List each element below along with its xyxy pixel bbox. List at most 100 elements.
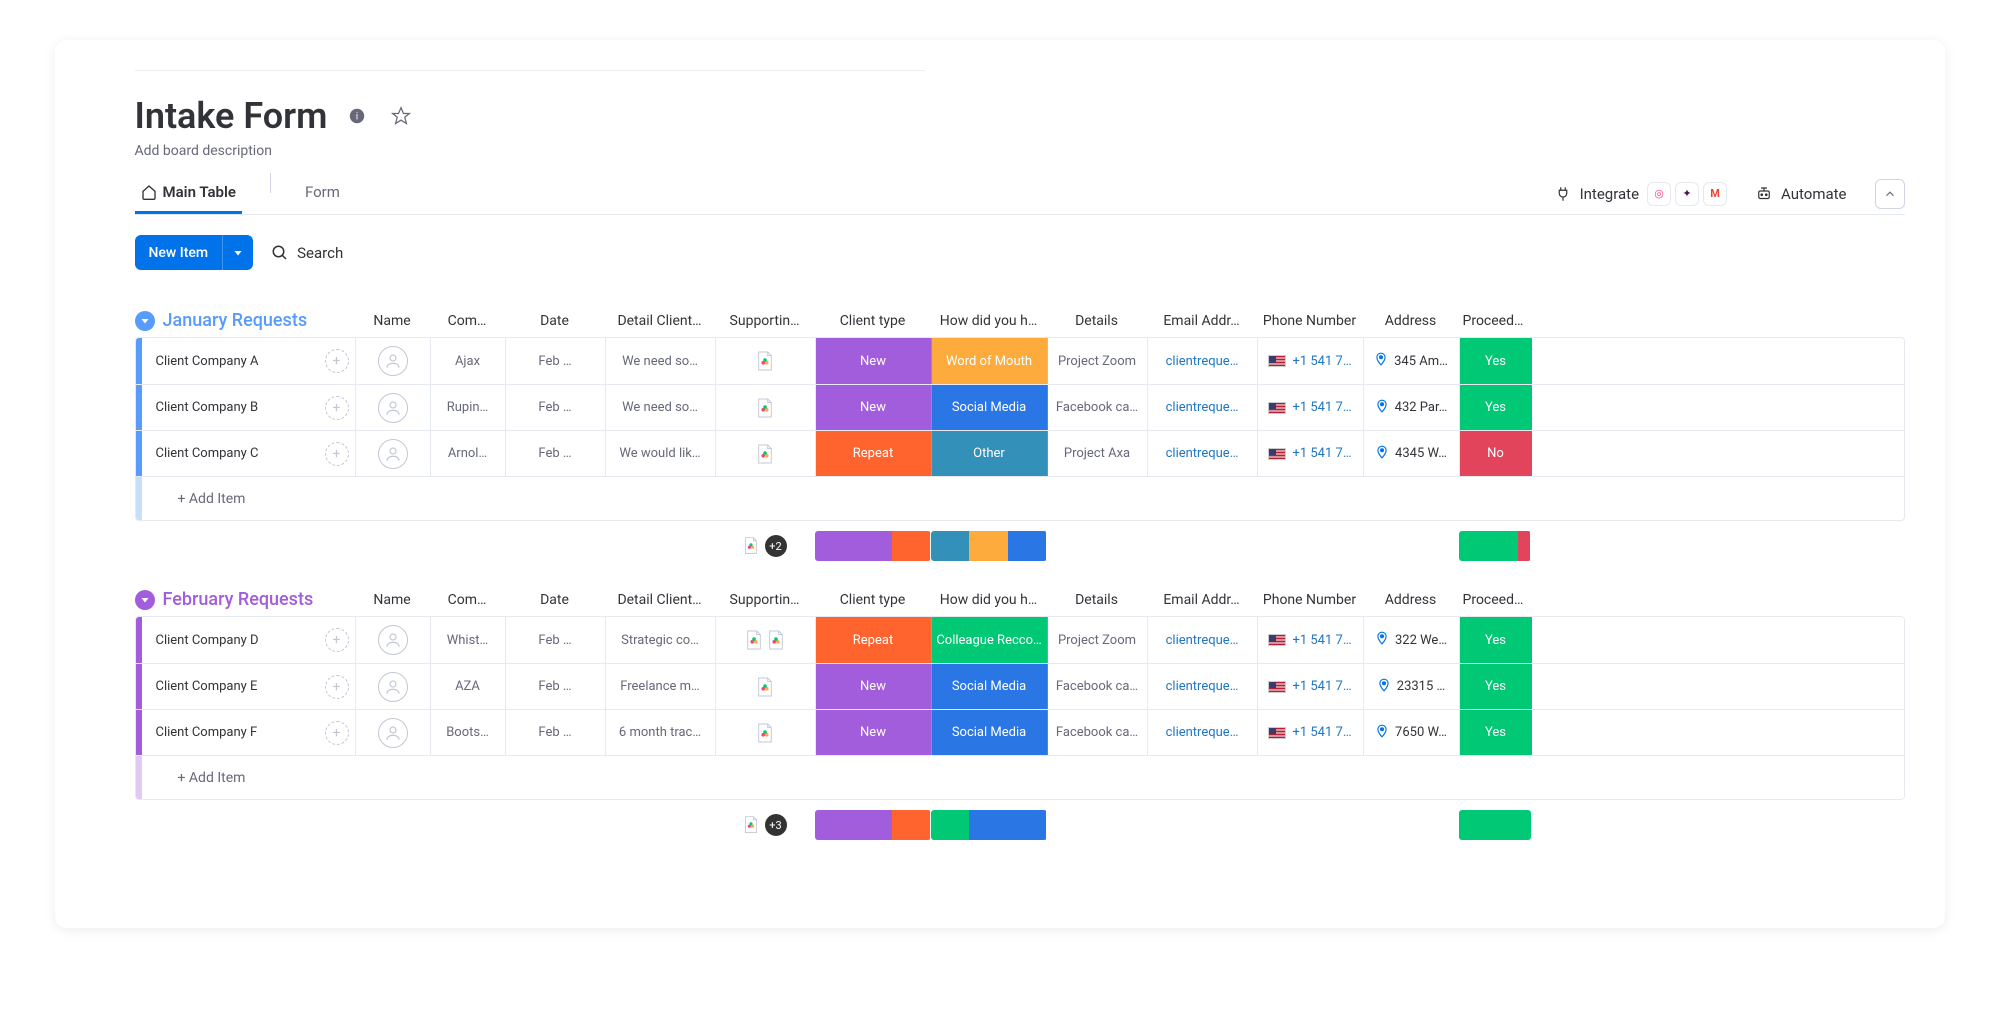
file-cell[interactable]: [716, 385, 816, 430]
person-cell[interactable]: [356, 385, 431, 430]
how-heard-cell[interactable]: Social Media: [932, 664, 1048, 709]
email-cell[interactable]: clientreque…: [1148, 617, 1258, 663]
add-update-icon[interactable]: +: [325, 396, 349, 420]
file-summary[interactable]: +2: [715, 531, 815, 561]
item-name-cell[interactable]: Client Company B +: [136, 385, 356, 430]
client-type-cell[interactable]: New: [816, 710, 932, 755]
email-cell[interactable]: clientreque…: [1148, 431, 1258, 476]
date-cell[interactable]: Feb …: [506, 338, 606, 384]
how-heard-cell[interactable]: Colleague Recco…: [932, 617, 1048, 663]
add-item-button[interactable]: + Add Item: [136, 756, 356, 799]
automate-button[interactable]: Automate: [1755, 185, 1846, 203]
file-icon[interactable]: [767, 629, 785, 651]
tab-main-table[interactable]: Main Table: [135, 173, 242, 214]
how-heard-cell[interactable]: Other: [932, 431, 1048, 476]
col-details[interactable]: Details: [1047, 313, 1147, 329]
details-cell[interactable]: Facebook ca…: [1048, 664, 1148, 709]
phone-cell[interactable]: +1 541 7…: [1258, 338, 1364, 384]
col-proceed[interactable]: Proceed w…: [1459, 592, 1531, 608]
phone-cell[interactable]: +1 541 7…: [1258, 664, 1364, 709]
client-type-cell[interactable]: Repeat: [816, 617, 932, 663]
item-name-cell[interactable]: Client Company C +: [136, 431, 356, 476]
how-heard-cell[interactable]: Word of Mouth: [932, 338, 1048, 384]
company-cell[interactable]: Boots…: [431, 710, 506, 755]
star-icon[interactable]: [387, 102, 415, 130]
search-button[interactable]: Search: [271, 244, 343, 262]
address-cell[interactable]: 4345 W…: [1364, 431, 1460, 476]
col-date[interactable]: Date: [505, 592, 605, 608]
proceed-cell[interactable]: Yes: [1460, 617, 1532, 663]
add-item-button[interactable]: + Add Item: [136, 477, 356, 520]
file-icon[interactable]: [756, 443, 774, 465]
proceed-cell[interactable]: No: [1460, 431, 1532, 476]
file-icon[interactable]: [756, 397, 774, 419]
add-update-icon[interactable]: +: [325, 628, 349, 652]
phone-cell[interactable]: +1 541 7…: [1258, 710, 1364, 755]
address-cell[interactable]: 7650 W…: [1364, 710, 1460, 755]
file-cell[interactable]: [716, 664, 816, 709]
file-icon[interactable]: [756, 350, 774, 372]
file-cell[interactable]: [716, 710, 816, 755]
chevron-down-icon[interactable]: [135, 311, 155, 331]
file-icon[interactable]: [756, 676, 774, 698]
item-name-cell[interactable]: Client Company A +: [136, 338, 356, 384]
col-client-type[interactable]: Client type: [815, 592, 931, 608]
col-name[interactable]: Name: [355, 313, 430, 329]
new-item-button[interactable]: New Item: [135, 235, 254, 270]
file-cell[interactable]: [716, 617, 816, 663]
file-icon[interactable]: [756, 722, 774, 744]
how-heard-cell[interactable]: Social Media: [932, 710, 1048, 755]
col-details[interactable]: Details: [1047, 592, 1147, 608]
col-how[interactable]: How did you h…: [931, 313, 1047, 329]
person-cell[interactable]: [356, 664, 431, 709]
person-cell[interactable]: [356, 710, 431, 755]
phone-cell[interactable]: +1 541 7…: [1258, 385, 1364, 430]
col-supporting[interactable]: Supportin…: [715, 313, 815, 329]
item-name-cell[interactable]: Client Company F +: [136, 710, 356, 755]
proceed-cell[interactable]: Yes: [1460, 710, 1532, 755]
col-com[interactable]: Com…: [430, 313, 505, 329]
integrate-button[interactable]: Integrate ◎ ✦ M: [1554, 182, 1727, 206]
col-client-type[interactable]: Client type: [815, 313, 931, 329]
details-cell[interactable]: Facebook ca…: [1048, 710, 1148, 755]
company-cell[interactable]: Rupin…: [431, 385, 506, 430]
item-name-cell[interactable]: Client Company D +: [136, 617, 356, 663]
chevron-down-icon[interactable]: [135, 590, 155, 610]
detail-cell[interactable]: 6 month trac…: [606, 710, 716, 755]
table-row[interactable]: Client Company D + Whist… Feb … Strategi…: [136, 617, 1904, 663]
new-item-label[interactable]: New Item: [135, 237, 223, 269]
board-description[interactable]: Add board description: [135, 143, 1905, 159]
group-title[interactable]: February Requests: [135, 589, 355, 610]
add-update-icon[interactable]: +: [325, 675, 349, 699]
proceed-cell[interactable]: Yes: [1460, 338, 1532, 384]
client-type-cell[interactable]: New: [816, 385, 932, 430]
address-cell[interactable]: 345 Am…: [1364, 338, 1460, 384]
company-cell[interactable]: AZA: [431, 664, 506, 709]
tab-form[interactable]: Form: [299, 173, 346, 214]
person-cell[interactable]: [356, 431, 431, 476]
file-cell[interactable]: [716, 431, 816, 476]
col-email[interactable]: Email Addr…: [1147, 313, 1257, 329]
table-row[interactable]: Client Company B + Rupin… Feb … We need …: [136, 384, 1904, 430]
how-heard-cell[interactable]: Social Media: [932, 385, 1048, 430]
client-type-cell[interactable]: New: [816, 338, 932, 384]
col-address[interactable]: Address: [1363, 592, 1459, 608]
col-date[interactable]: Date: [505, 313, 605, 329]
detail-cell[interactable]: We would lik…: [606, 431, 716, 476]
proceed-cell[interactable]: Yes: [1460, 664, 1532, 709]
person-cell[interactable]: [356, 338, 431, 384]
date-cell[interactable]: Feb …: [506, 617, 606, 663]
email-cell[interactable]: clientreque…: [1148, 710, 1258, 755]
date-cell[interactable]: Feb …: [506, 385, 606, 430]
address-cell[interactable]: 432 Par…: [1364, 385, 1460, 430]
item-name-cell[interactable]: Client Company E +: [136, 664, 356, 709]
board-title[interactable]: Intake Form: [135, 95, 328, 137]
col-phone[interactable]: Phone Number: [1257, 592, 1363, 608]
email-cell[interactable]: clientreque…: [1148, 338, 1258, 384]
info-icon[interactable]: i: [343, 102, 371, 130]
date-cell[interactable]: Feb …: [506, 710, 606, 755]
col-name[interactable]: Name: [355, 592, 430, 608]
file-summary[interactable]: +3: [715, 810, 815, 840]
details-cell[interactable]: Project Zoom: [1048, 338, 1148, 384]
client-type-cell[interactable]: Repeat: [816, 431, 932, 476]
